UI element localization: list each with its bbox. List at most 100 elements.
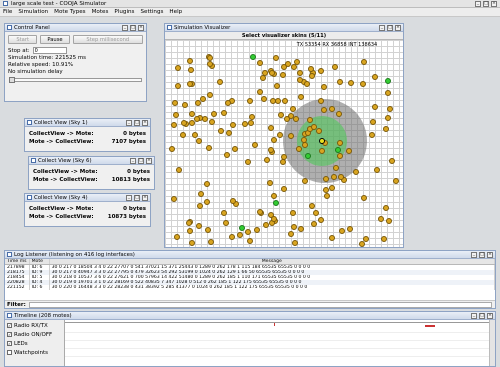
mote-node[interactable] bbox=[266, 180, 273, 187]
mote-node[interactable] bbox=[250, 54, 256, 60]
mote-node[interactable] bbox=[320, 83, 327, 90]
selected-mote[interactable] bbox=[319, 138, 325, 144]
minimize-icon[interactable]: _ bbox=[475, 0, 481, 7]
mote-node[interactable] bbox=[322, 175, 329, 182]
mote-node[interactable] bbox=[386, 218, 393, 225]
timeline-scrollbar[interactable] bbox=[489, 320, 495, 366]
mote-node[interactable] bbox=[310, 220, 317, 227]
option-radio-onoff[interactable]: ✓ Radio ON/OFF bbox=[7, 331, 62, 340]
mote-node[interactable] bbox=[189, 240, 196, 247]
mote-node[interactable] bbox=[385, 78, 391, 84]
mote-node[interactable] bbox=[207, 91, 214, 98]
mote-node[interactable] bbox=[175, 65, 182, 72]
mote-node[interactable] bbox=[359, 81, 366, 88]
mote-node[interactable] bbox=[248, 119, 255, 126]
mote-node[interactable] bbox=[328, 105, 335, 112]
minimize-icon[interactable]: _ bbox=[122, 24, 128, 31]
mote-node[interactable] bbox=[192, 131, 199, 138]
close-icon[interactable]: × bbox=[487, 312, 493, 319]
mote-node[interactable] bbox=[175, 166, 182, 173]
mote-node[interactable] bbox=[229, 233, 236, 240]
mote-node[interactable] bbox=[174, 83, 181, 90]
menu-mote-types[interactable]: Mote Types bbox=[54, 9, 85, 15]
mote-node[interactable] bbox=[291, 63, 298, 70]
maximize-icon[interactable]: □ bbox=[134, 194, 140, 201]
minimize-icon[interactable]: _ bbox=[471, 251, 477, 258]
mote-node[interactable] bbox=[374, 166, 381, 173]
minimize-icon[interactable]: _ bbox=[126, 194, 132, 201]
mote-node[interactable] bbox=[270, 136, 277, 143]
mote-node[interactable] bbox=[207, 239, 214, 246]
table-row[interactable]: 221152 ID: 6 30 0 220 0 16448 3 3 0 22 282… bbox=[5, 285, 495, 290]
mote-node[interactable] bbox=[170, 121, 177, 128]
mote-node[interactable] bbox=[353, 169, 360, 176]
mote-node[interactable] bbox=[369, 132, 376, 139]
maximize-icon[interactable]: □ bbox=[483, 0, 489, 7]
mote-node[interactable] bbox=[260, 95, 267, 102]
option-radio-rxtx[interactable]: ✓ Radio RX/TX bbox=[7, 322, 62, 331]
mote-node[interactable] bbox=[288, 231, 295, 238]
mote-node[interactable] bbox=[247, 237, 254, 244]
mote-node[interactable] bbox=[292, 240, 299, 247]
mote-node[interactable] bbox=[281, 98, 288, 105]
close-icon[interactable]: × bbox=[395, 24, 401, 31]
mote-node[interactable] bbox=[222, 220, 229, 227]
maximize-icon[interactable]: □ bbox=[134, 119, 140, 126]
mote-node[interactable] bbox=[180, 120, 187, 127]
mote-node[interactable] bbox=[384, 115, 391, 122]
column-time[interactable]: Time ms bbox=[5, 259, 30, 265]
option-watchpoints[interactable]: Watchpoints bbox=[7, 349, 62, 358]
mote-node[interactable] bbox=[388, 158, 395, 165]
mote-node[interactable] bbox=[359, 241, 366, 247]
mote-node[interactable] bbox=[371, 103, 378, 110]
mote-node[interactable] bbox=[336, 139, 343, 146]
mote-node[interactable] bbox=[339, 227, 346, 234]
mote-node[interactable] bbox=[205, 227, 211, 233]
mote-node[interactable] bbox=[360, 195, 367, 202]
mote-node[interactable] bbox=[312, 209, 319, 216]
mote-node[interactable] bbox=[232, 145, 239, 152]
start-button[interactable]: Start bbox=[8, 35, 38, 44]
mote-node[interactable] bbox=[221, 109, 228, 116]
mote-node[interactable] bbox=[203, 199, 210, 206]
close-icon[interactable]: × bbox=[142, 194, 148, 201]
mote-node[interactable] bbox=[246, 97, 253, 104]
mote-node[interactable] bbox=[205, 145, 212, 152]
mote-node[interactable] bbox=[317, 97, 324, 104]
mote-node[interactable] bbox=[245, 228, 252, 235]
mote-node[interactable] bbox=[263, 222, 270, 229]
close-icon[interactable]: × bbox=[142, 119, 148, 126]
maximize-icon[interactable]: □ bbox=[138, 157, 144, 164]
mote-node[interactable] bbox=[277, 131, 284, 138]
menu-plugins[interactable]: Plugins bbox=[114, 9, 134, 15]
timeline-canvas[interactable] bbox=[65, 320, 495, 366]
mote-node[interactable] bbox=[320, 106, 327, 113]
maximize-icon[interactable]: □ bbox=[479, 312, 485, 319]
close-icon[interactable]: × bbox=[487, 251, 493, 258]
mote-node[interactable] bbox=[305, 153, 311, 159]
mote-node[interactable] bbox=[372, 73, 379, 80]
mote-node[interactable] bbox=[186, 219, 193, 226]
mote-node[interactable] bbox=[196, 137, 203, 144]
option-leds[interactable]: ✓ LEDs bbox=[7, 340, 62, 349]
mote-node[interactable] bbox=[306, 116, 313, 123]
checkbox-icon[interactable] bbox=[7, 350, 12, 355]
mote-node[interactable] bbox=[324, 192, 330, 199]
menu-file[interactable]: File bbox=[3, 9, 12, 15]
checkbox-icon[interactable]: ✓ bbox=[7, 341, 12, 346]
mote-node[interactable] bbox=[211, 111, 218, 118]
mote-node[interactable] bbox=[242, 121, 249, 128]
mote-node[interactable] bbox=[308, 202, 315, 209]
mote-node[interactable] bbox=[229, 121, 236, 128]
close-icon[interactable]: × bbox=[491, 0, 497, 7]
mote-node[interactable] bbox=[301, 178, 308, 185]
mote-node[interactable] bbox=[275, 98, 282, 105]
mote-node[interactable] bbox=[332, 63, 339, 70]
maximize-icon[interactable]: □ bbox=[130, 24, 136, 31]
mote-node[interactable] bbox=[273, 83, 280, 90]
mote-node[interactable] bbox=[290, 210, 297, 217]
minimize-icon[interactable]: _ bbox=[471, 312, 477, 319]
menu-motes[interactable]: Motes bbox=[92, 9, 109, 15]
mote-node[interactable] bbox=[254, 227, 261, 234]
mote-node[interactable] bbox=[256, 88, 263, 95]
